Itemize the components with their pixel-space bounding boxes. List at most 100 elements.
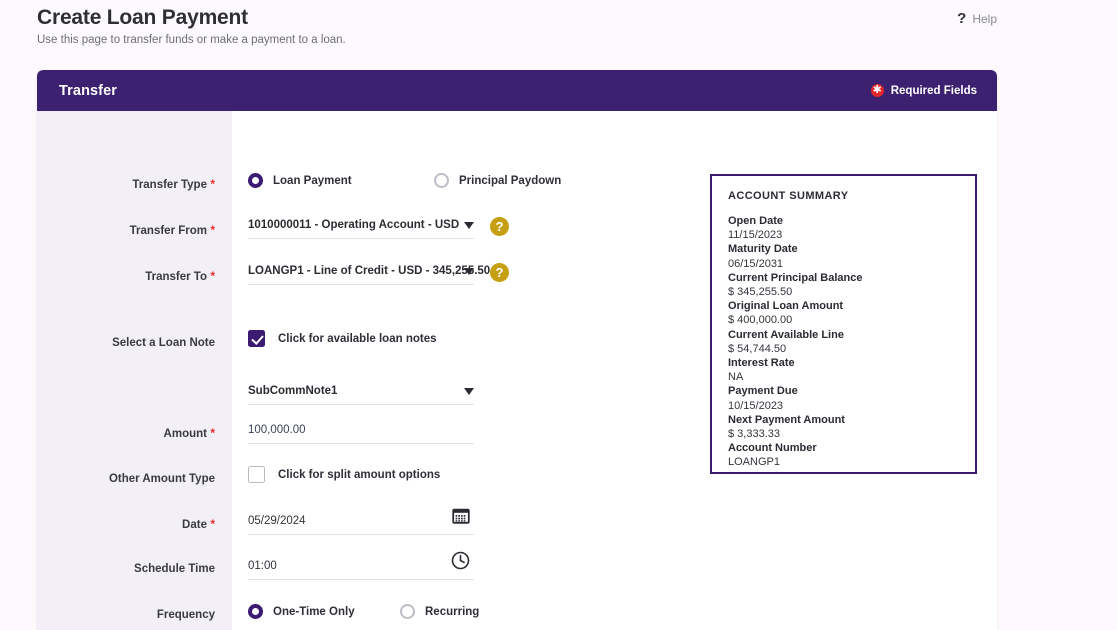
page-header: Create Loan Payment Use this page to tra… [37,0,997,47]
transfer-to-label: Transfer To * [145,269,215,283]
checkbox-available-loan-notes[interactable]: Click for available loan notes [248,330,437,347]
checkbox-available-loan-notes-label: Click for available loan notes [278,332,437,345]
summary-value: 11/15/2023 [728,229,783,242]
loan-note-select[interactable]: SubCommNote1 [248,385,474,405]
transfer-card-title: Transfer [59,82,118,99]
radio-circle-icon [400,604,415,619]
amount-input[interactable]: 100,000.00 [248,424,474,444]
summary-row: Payment Due 10/15/2023 [728,384,959,412]
summary-key: Payment Due [728,385,798,398]
schedule-time-value: 01:00 [248,560,277,572]
help-label: Help [972,11,997,26]
calendar-icon[interactable] [452,507,470,530]
summary-row: Current Available Line $ 54,744.50 [728,328,959,356]
loan-note-label: Select a Loan Note [112,337,215,349]
required-star: * [206,426,215,440]
summary-value: 10/15/2023 [728,399,784,412]
checkbox-split-amount-options-label: Click for split amount options [278,468,441,481]
field-row-date: Date * 05/29/2024 [37,508,710,562]
loan-note-field: Click for available loan notes [248,330,437,347]
transfer-form-body: Transfer Type * Loan Payment Principal P… [37,111,997,630]
transfer-type-label: Transfer Type * [132,177,215,191]
summary-row: Current Principal Balance $ 345,255.50 [728,271,959,299]
transfer-to-help-circle-icon[interactable]: ? [490,263,509,282]
radio-circle-icon [434,173,449,188]
amount-field: 100,000.00 [248,424,474,444]
transfer-type-radio-group: Loan Payment Principal Paydown [248,173,561,188]
required-fields-legend[interactable]: ✱ Required Fields [870,84,977,97]
summary-value: NA [728,371,744,384]
radio-circle-icon [248,604,263,619]
summary-key: Maturity Date [728,243,798,256]
summary-key: Current Available Line [728,328,844,341]
required-star: * [206,517,215,531]
radio-loan-payment-label: Loan Payment [273,174,352,187]
other-amount-type-label: Other Amount Type [108,473,215,485]
help-link[interactable]: ? Help [957,11,997,26]
other-amount-type-field: Click for split amount options [248,466,440,483]
field-row-transfer-from: Transfer From * 1010000011 - Operating A… [37,217,710,268]
radio-loan-payment[interactable]: Loan Payment [248,173,434,188]
field-row-amount: Amount * 100,000.00 [37,424,710,471]
schedule-time-label: Schedule Time [134,563,215,575]
field-row-frequency: Frequency One-Time Only Recurring [37,604,710,630]
checkbox-split-amount-options[interactable]: Click for split amount options [248,466,440,483]
transfer-from-help-circle-icon[interactable]: ? [490,217,509,236]
frequency-field: One-Time Only Recurring [248,604,479,619]
page-subtitle: Use this page to transfer funds or make … [37,34,346,46]
required-star: * [206,223,215,237]
transfer-card: Transfer ✱ Required Fields Transfer Type… [37,70,997,630]
transfer-card-header: Transfer ✱ Required Fields [37,70,997,111]
field-row-transfer-to: Transfer To * LOANGP1 - Line of Credit -… [37,263,710,314]
summary-row: Maturity Date 06/15/2031 [728,242,959,270]
loan-note-value: SubCommNote1 [248,385,338,397]
summary-row: Open Date 11/15/2023 [728,214,959,242]
field-row-transfer-type: Transfer Type * Loan Payment Principal P… [37,173,710,222]
frequency-radio-group: One-Time Only Recurring [248,604,479,619]
summary-value: 06/15/2031 [728,257,784,270]
radio-one-time-only-label: One-Time Only [273,605,355,618]
schedule-time-field: 01:00 [248,551,474,580]
amount-value: 100,000.00 [248,424,306,436]
chevron-down-icon [464,388,474,395]
transfer-from-value: 1010000011 - Operating Account - USD [248,219,460,231]
transfer-type-field: Loan Payment Principal Paydown [248,173,561,188]
field-row-schedule-time: Schedule Time 01:00 [37,551,710,607]
clock-icon[interactable] [451,551,470,575]
transfer-to-value: LOANGP1 - Line of Credit - USD - 345,255… [248,265,491,277]
transfer-from-select[interactable]: 1010000011 - Operating Account - USD [248,219,474,239]
schedule-time-input[interactable]: 01:00 [248,551,474,580]
summary-key: Next Payment Amount [728,413,845,426]
checkbox-icon [248,466,265,483]
account-summary-panel: ACCOUNT SUMMARY Open Date 11/15/2023 Mat… [710,174,977,474]
field-row-other-amount-type: Other Amount Type Click for split amount… [37,466,710,517]
checkbox-icon [248,330,265,347]
summary-row: Interest Rate NA [728,356,959,384]
loan-note-select-field: SubCommNote1 [248,385,474,405]
radio-recurring[interactable]: Recurring [400,604,479,619]
summary-row: Account Number LOANGP1 [728,441,959,469]
page-title: Create Loan Payment [37,6,248,29]
date-input[interactable]: 05/29/2024 [248,508,474,535]
account-summary-rows: Open Date 11/15/2023 Maturity Date 06/15… [728,214,959,470]
summary-row: Original Loan Amount $ 400,000.00 [728,299,959,327]
radio-one-time-only[interactable]: One-Time Only [248,604,400,619]
question-mark-icon: ? [957,10,967,27]
field-row-loan-note: Select a Loan Note Click for available l… [37,330,710,381]
summary-key: Account Number [728,442,817,455]
frequency-label: Frequency [156,609,215,621]
summary-key: Open Date [728,215,784,227]
radio-principal-paydown[interactable]: Principal Paydown [434,173,561,188]
transfer-to-select[interactable]: LOANGP1 - Line of Credit - USD - 345,255… [248,265,490,285]
summary-value: $ 54,744.50 [728,342,787,355]
account-summary-heading: ACCOUNT SUMMARY [728,190,849,202]
transfer-from-label: Transfer From * [129,223,215,237]
chevron-down-icon [464,222,474,229]
summary-key: Interest Rate [728,357,795,370]
summary-value: LOANGP1 [728,456,780,469]
transfer-from-field: 1010000011 - Operating Account - USD ? [248,217,509,239]
amount-label: Amount * [163,426,215,440]
date-field: 05/29/2024 [248,508,474,535]
summary-key: Current Principal Balance [728,271,863,284]
summary-key: Original Loan Amount [728,300,844,313]
